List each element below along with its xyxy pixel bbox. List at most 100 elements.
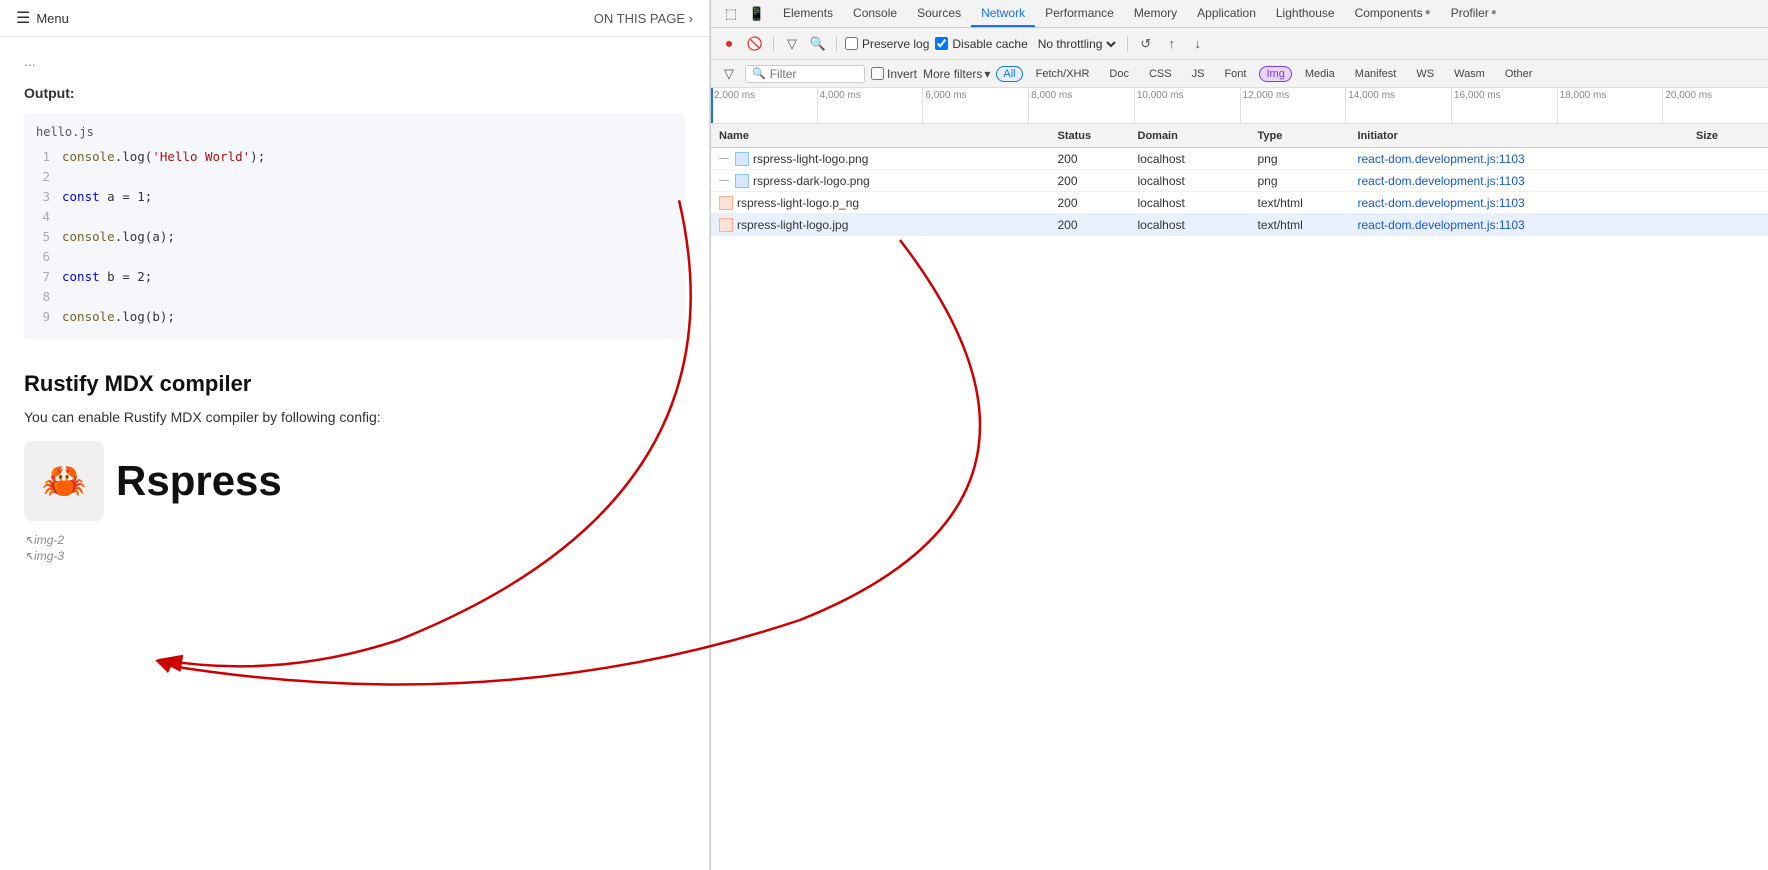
- tab-sources[interactable]: Sources: [907, 0, 971, 27]
- timeline-tick-5: 10,000 ms: [1134, 88, 1240, 123]
- filter-tag-other[interactable]: Other: [1498, 66, 1540, 82]
- filter-icon[interactable]: ▽: [719, 64, 739, 84]
- tab-console[interactable]: Console: [843, 0, 907, 27]
- filter-bar: ▽ 🔍 Invert More filters ▾ All Fetch/XHR …: [711, 60, 1768, 88]
- stop-recording-button[interactable]: 🚫: [745, 34, 765, 54]
- network-toolbar: ⏺ 🚫 ▽ 🔍 Preserve log Disable cache No th…: [711, 28, 1768, 60]
- more-filters-chevron: ▾: [984, 67, 990, 81]
- filter-tag-manifest[interactable]: Manifest: [1348, 66, 1404, 82]
- img-2-placeholder: ↖img-2: [24, 533, 685, 547]
- network-table[interactable]: Name Status Domain Type Initiator Size —…: [711, 124, 1768, 870]
- tab-lighthouse[interactable]: Lighthouse: [1266, 0, 1345, 27]
- timeline-tick-6: 12,000 ms: [1240, 88, 1346, 123]
- th-type[interactable]: Type: [1250, 130, 1350, 142]
- th-initiator[interactable]: Initiator: [1350, 130, 1689, 142]
- filter-tag-css[interactable]: CSS: [1142, 66, 1179, 82]
- invert-label[interactable]: Invert: [871, 67, 917, 81]
- tab-profiler[interactable]: Profiler ●: [1441, 0, 1507, 27]
- refresh-icon[interactable]: ↺: [1136, 34, 1156, 54]
- preserve-log-label[interactable]: Preserve log: [845, 37, 929, 51]
- code-filename: hello.js: [36, 125, 673, 139]
- tab-components[interactable]: Components ●: [1345, 0, 1441, 27]
- row-dash-1: —: [719, 153, 729, 164]
- output-label: Output:: [24, 85, 685, 101]
- file-icon-1: [735, 152, 749, 166]
- content-area: ... Output: hello.js 1 console.log('Hell…: [0, 37, 709, 605]
- table-row[interactable]: — rspress-dark-logo.png 200 localhost pn…: [711, 170, 1768, 192]
- toolbar-separator-1: [773, 36, 774, 52]
- download-icon[interactable]: ↓: [1188, 34, 1208, 54]
- disable-cache-label[interactable]: Disable cache: [935, 37, 1027, 51]
- device-icon[interactable]: 📱: [745, 2, 769, 26]
- filter-tag-fetch[interactable]: Fetch/XHR: [1029, 66, 1097, 82]
- tab-performance[interactable]: Performance: [1035, 0, 1124, 27]
- filter-tag-all[interactable]: All: [996, 66, 1022, 82]
- td-name-3: rspress-light-logo.p_ng: [711, 196, 1050, 210]
- th-domain[interactable]: Domain: [1130, 130, 1250, 142]
- timeline-tick-3: 6,000 ms: [922, 88, 1028, 123]
- code-line-9: 9 console.log(b);: [36, 307, 673, 327]
- toolbar-separator-2: [836, 36, 837, 52]
- tab-network[interactable]: Network: [971, 0, 1035, 27]
- filter-tag-js[interactable]: JS: [1185, 66, 1212, 82]
- td-status-3: 200: [1050, 196, 1130, 210]
- timeline-area: 2,000 ms 4,000 ms 6,000 ms 8,000 ms 10,0…: [711, 88, 1768, 124]
- rspress-title: Rspress: [116, 457, 282, 505]
- devtools-panel: ⬚ 📱 Elements Console Sources Network Per…: [710, 0, 1768, 870]
- filter-tag-wasm[interactable]: Wasm: [1447, 66, 1492, 82]
- filter-tag-ws[interactable]: WS: [1409, 66, 1441, 82]
- table-header: Name Status Domain Type Initiator Size: [711, 124, 1768, 148]
- timeline-tick-9: 18,000 ms: [1557, 88, 1663, 123]
- timeline-tick-7: 14,000 ms: [1345, 88, 1451, 123]
- invert-checkbox[interactable]: [871, 67, 884, 80]
- section-text: You can enable Rustify MDX compiler by f…: [24, 409, 685, 425]
- section-title: Rustify MDX compiler: [24, 371, 685, 397]
- ellipsis-text: ...: [24, 53, 685, 69]
- filter-input[interactable]: [770, 67, 850, 81]
- td-domain-4: localhost: [1130, 218, 1250, 232]
- code-line-3: 3 const a = 1;: [36, 187, 673, 207]
- filter-tag-font[interactable]: Font: [1217, 66, 1253, 82]
- file-icon-3: [719, 196, 733, 210]
- code-line-5: 5 console.log(a);: [36, 227, 673, 247]
- code-line-6: 6: [36, 247, 673, 267]
- table-row[interactable]: rspress-light-logo.p_ng 200 localhost te…: [711, 192, 1768, 214]
- search-button[interactable]: 🔍: [808, 34, 828, 54]
- timeline-tick-4: 8,000 ms: [1028, 88, 1134, 123]
- filter-tag-img[interactable]: Img: [1259, 66, 1291, 82]
- tab-elements[interactable]: Elements: [773, 0, 843, 27]
- on-this-page-link[interactable]: ON THIS PAGE: [594, 11, 693, 26]
- preserve-log-checkbox[interactable]: [845, 37, 858, 50]
- devtools-left-icons: ⬚ 📱: [715, 2, 773, 26]
- components-badge: ●: [1425, 7, 1431, 18]
- td-type-1: png: [1250, 152, 1350, 166]
- upload-icon[interactable]: ↑: [1162, 34, 1182, 54]
- filter-tag-doc[interactable]: Doc: [1102, 66, 1136, 82]
- td-domain-3: localhost: [1130, 196, 1250, 210]
- tab-memory[interactable]: Memory: [1124, 0, 1187, 27]
- td-initiator-4: react-dom.development.js:1103: [1350, 218, 1689, 232]
- devtools-main: ⏺ 🚫 ▽ 🔍 Preserve log Disable cache No th…: [711, 28, 1768, 870]
- file-icon-4: [719, 218, 733, 232]
- th-status[interactable]: Status: [1050, 130, 1130, 142]
- file-icon-2: [735, 174, 749, 188]
- filter-button[interactable]: ▽: [782, 34, 802, 54]
- disable-cache-checkbox[interactable]: [935, 37, 948, 50]
- record-button[interactable]: ⏺: [719, 34, 739, 54]
- inspect-icon[interactable]: ⬚: [719, 2, 743, 26]
- filter-tag-media[interactable]: Media: [1298, 66, 1342, 82]
- th-name[interactable]: Name: [711, 130, 1050, 142]
- td-domain-2: localhost: [1130, 174, 1250, 188]
- menu-button[interactable]: ☰ Menu: [16, 8, 69, 28]
- throttling-select[interactable]: No throttling: [1034, 36, 1119, 52]
- hamburger-icon: ☰: [16, 8, 30, 28]
- th-size[interactable]: Size: [1688, 130, 1768, 142]
- timeline-cursor: [711, 88, 713, 123]
- tab-application[interactable]: Application: [1187, 0, 1266, 27]
- table-row[interactable]: — rspress-light-logo.png 200 localhost p…: [711, 148, 1768, 170]
- more-filters-button[interactable]: More filters ▾: [923, 67, 990, 81]
- td-status-1: 200: [1050, 152, 1130, 166]
- table-row[interactable]: rspress-light-logo.jpg 200 localhost tex…: [711, 214, 1768, 236]
- td-status-2: 200: [1050, 174, 1130, 188]
- code-line-2: 2: [36, 167, 673, 187]
